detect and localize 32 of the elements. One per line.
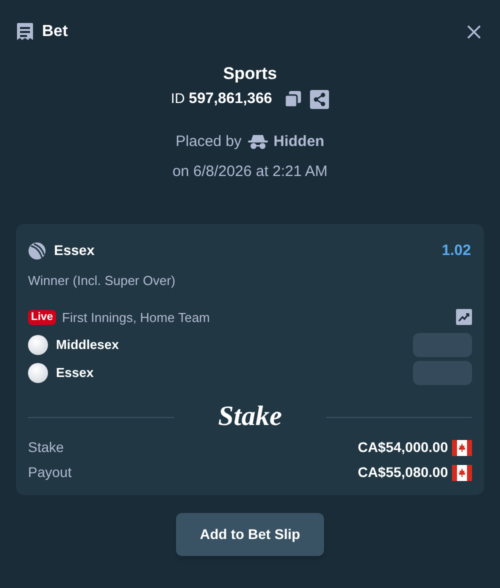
trend-chart-icon[interactable] <box>456 309 472 326</box>
score-placeholder <box>413 361 472 385</box>
canada-flag-icon <box>452 464 472 480</box>
category-title: Sports <box>223 63 277 85</box>
cricket-ball-icon <box>28 242 46 260</box>
brand-logo: Stake <box>217 401 283 433</box>
score-placeholder <box>413 333 472 357</box>
team-logo-icon <box>28 335 48 355</box>
event-name[interactable]: First Innings, Home Team <box>62 308 210 327</box>
placed-by-label: Placed by <box>176 132 242 152</box>
add-to-bet-slip-button[interactable]: Add to Bet Slip <box>176 513 324 556</box>
canada-flag-icon <box>452 440 472 456</box>
username[interactable]: Hidden <box>274 130 324 153</box>
amount-value: CA$55,080.00 <box>358 463 448 482</box>
amount-label: Stake <box>28 438 64 457</box>
team-name: Essex <box>56 364 94 382</box>
modal-title: Bet <box>42 22 68 42</box>
bet-id: ID 597,861,366 <box>170 89 272 109</box>
team-name: Middlesex <box>56 336 119 354</box>
odds-value: 1.02 <box>442 240 471 260</box>
selection-name: Essex <box>54 241 94 260</box>
placed-date: on 6/8/2026 at 2:21 AM <box>172 162 328 182</box>
team-logo-icon <box>28 363 48 383</box>
amount-label: Payout <box>28 463 72 482</box>
share-icon[interactable] <box>310 90 330 109</box>
amount-value: CA$54,000.00 <box>358 438 448 457</box>
copy-icon[interactable] <box>284 90 302 108</box>
close-icon[interactable] <box>466 24 482 40</box>
receipt-icon <box>16 22 34 42</box>
market-name: Winner (Incl. Super Over) <box>28 272 176 290</box>
incognito-icon <box>248 134 268 150</box>
live-badge: Live <box>28 310 56 325</box>
